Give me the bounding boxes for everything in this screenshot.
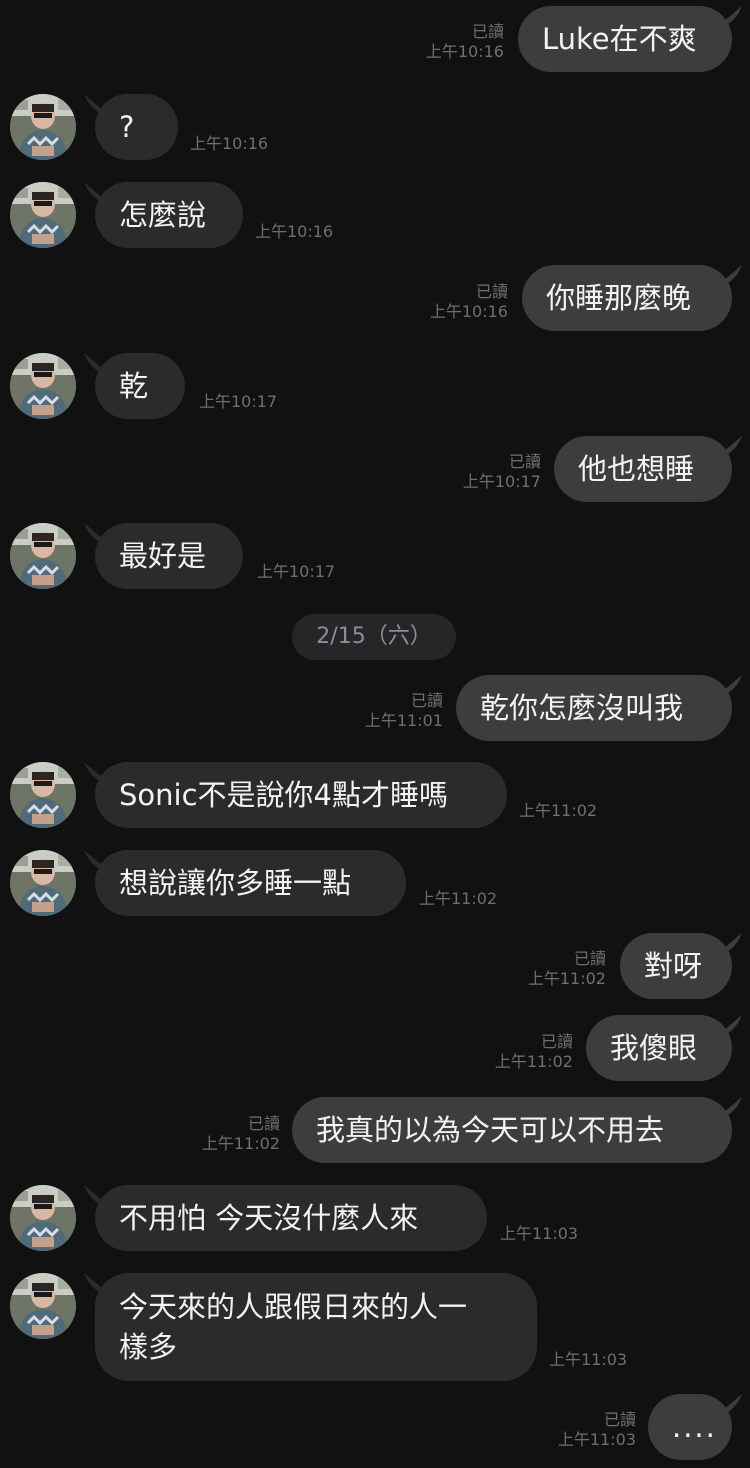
message-text: Luke在不爽 — [542, 22, 697, 56]
message-time: 上午10:16 — [429, 302, 508, 321]
read-receipt: 已讀 — [540, 1032, 573, 1051]
contact-avatar[interactable] — [10, 182, 76, 248]
message-time: 上午10:16 — [425, 42, 504, 61]
bubble-tail-icon — [716, 265, 742, 287]
incoming-message-bubble[interactable]: 乾 — [95, 353, 185, 419]
message-time: 上午11:02 — [494, 1052, 573, 1071]
incoming-message-bubble[interactable]: 今天來的人跟假日來的人一 樣多 — [95, 1273, 537, 1381]
bubble-tail-icon — [716, 1097, 742, 1119]
message-time: 上午11:02 — [201, 1134, 280, 1153]
contact-avatar[interactable] — [10, 1273, 76, 1339]
message-text: .... — [672, 1410, 717, 1444]
message-time: 上午11:02 — [527, 969, 606, 988]
read-receipt: 已讀 — [410, 691, 443, 710]
incoming-message-bubble[interactable]: 想說讓你多睡一點 — [95, 850, 406, 916]
outgoing-message-bubble[interactable]: 他也想睡 — [554, 436, 732, 502]
bubble-tail-icon — [716, 1394, 742, 1416]
message-meta: 已讀 上午10:17 — [463, 452, 541, 492]
contact-avatar[interactable] — [10, 850, 76, 916]
message-text-line: 樣多 — [119, 1330, 178, 1364]
outgoing-message-bubble[interactable]: Luke在不爽 — [518, 6, 732, 72]
incoming-message-bubble[interactable]: 不用怕 今天沒什麼人來 — [95, 1185, 487, 1251]
message-text: 最好是 — [119, 539, 207, 573]
message-text: 你睡那麼晚 — [546, 281, 692, 315]
message-text: 怎麼說 — [119, 198, 207, 232]
date-divider: 2/15（六） — [292, 614, 456, 660]
message-text: 我傻眼 — [610, 1031, 698, 1065]
message-time: 上午11:02 — [419, 889, 498, 908]
message-meta: 已讀 上午11:01 — [365, 691, 443, 731]
contact-avatar[interactable] — [10, 353, 76, 419]
contact-avatar[interactable] — [10, 94, 76, 160]
incoming-message-bubble[interactable]: 怎麼說 — [95, 182, 243, 248]
message-text: Sonic不是說你4點才睡嗎 — [119, 778, 448, 812]
message-time: 上午10:16 — [190, 134, 269, 153]
read-receipt: 已讀 — [471, 22, 504, 41]
outgoing-message-bubble[interactable]: 你睡那麼晚 — [522, 265, 732, 331]
message-time: 上午11:01 — [364, 711, 443, 730]
message-text: 乾 — [119, 369, 149, 403]
read-receipt: 已讀 — [247, 1114, 280, 1133]
message-meta: 已讀 上午10:16 — [430, 282, 508, 322]
message-text-line: 今天來的人跟假日來的人一 — [119, 1290, 468, 1324]
outgoing-message-bubble[interactable]: 我真的以為今天可以不用去 — [292, 1097, 732, 1163]
message-time: 上午11:02 — [519, 801, 598, 820]
read-receipt: 已讀 — [573, 949, 606, 968]
message-text: 對呀 — [644, 949, 703, 983]
message-time: 上午11:03 — [557, 1430, 636, 1449]
message-meta: 已讀 上午11:03 — [558, 1410, 636, 1450]
outgoing-message-bubble[interactable]: 我傻眼 — [586, 1015, 732, 1081]
contact-avatar[interactable] — [10, 762, 76, 828]
message-text: 不用怕 今天沒什麼人來 — [119, 1201, 419, 1235]
incoming-message-bubble[interactable]: ? — [95, 94, 178, 160]
message-meta: 已讀 上午10:16 — [426, 22, 504, 62]
incoming-message-bubble[interactable]: Sonic不是說你4點才睡嗎 — [95, 762, 507, 828]
message-time: 上午11:03 — [549, 1350, 628, 1369]
message-meta: 已讀 上午11:02 — [202, 1114, 280, 1154]
contact-avatar[interactable] — [10, 523, 76, 589]
read-receipt: 已讀 — [603, 1410, 636, 1429]
bubble-tail-icon — [716, 675, 742, 697]
message-text: 我真的以為今天可以不用去 — [316, 1113, 665, 1147]
bubble-tail-icon — [716, 436, 742, 458]
incoming-message-bubble[interactable]: 最好是 — [95, 523, 243, 589]
message-time: 上午10:17 — [199, 392, 278, 411]
message-time: 上午11:03 — [500, 1224, 579, 1243]
message-text: ? — [119, 110, 135, 144]
read-receipt: 已讀 — [508, 452, 541, 471]
bubble-tail-icon — [716, 933, 742, 955]
message-time: 上午10:17 — [462, 472, 541, 491]
bubble-tail-icon — [716, 1015, 742, 1037]
message-text: 乾你怎麼沒叫我 — [480, 691, 684, 725]
message-meta: 已讀 上午11:02 — [495, 1032, 573, 1072]
message-text: 他也想睡 — [578, 452, 695, 486]
message-time: 上午10:17 — [257, 562, 336, 581]
message-time: 上午10:16 — [255, 222, 334, 241]
message-text: 想說讓你多睡一點 — [119, 866, 352, 900]
outgoing-message-bubble[interactable]: 乾你怎麼沒叫我 — [456, 675, 732, 741]
bubble-tail-icon — [716, 6, 742, 28]
message-meta: 已讀 上午11:02 — [528, 949, 606, 989]
read-receipt: 已讀 — [475, 282, 508, 301]
contact-avatar[interactable] — [10, 1185, 76, 1251]
